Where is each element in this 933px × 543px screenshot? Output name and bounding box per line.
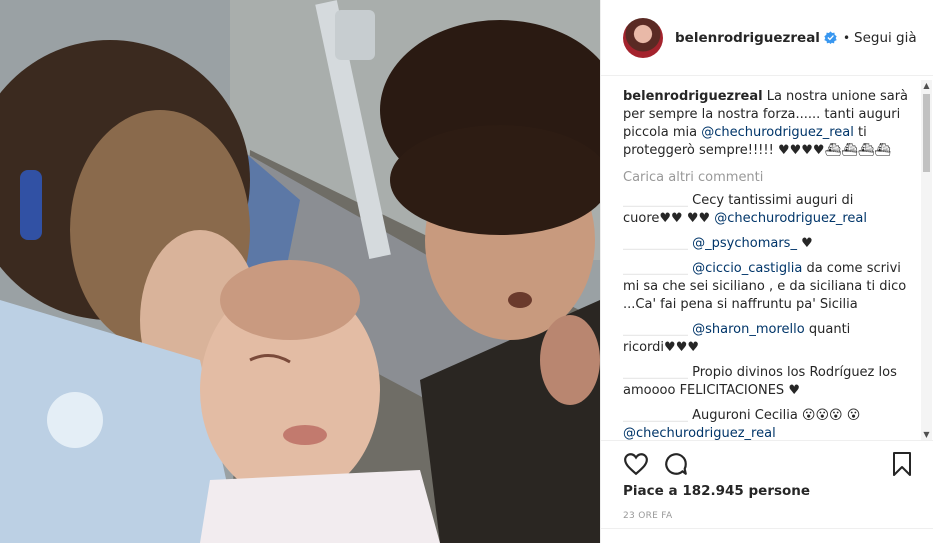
follow-button[interactable]: Segui già <box>854 30 917 46</box>
verified-badge-icon <box>824 31 837 44</box>
comment-mention[interactable]: @_psychomars_ <box>692 236 797 251</box>
comment-item: __________ @_psychomars_ ♥ <box>623 235 917 253</box>
comment-icon[interactable] <box>663 451 689 477</box>
comment-item: __________ Auguroni Cecilia 😮😮😮 😮 @chech… <box>623 407 917 440</box>
comment-username[interactable]: __________ <box>623 365 688 380</box>
comments-scrollbar[interactable]: ▲ ▼ <box>921 80 932 440</box>
divider <box>601 528 933 529</box>
post-caption: belenrodriguezreal La nostra unione sarà… <box>623 88 917 160</box>
baby-photo <box>0 0 600 543</box>
comment-item: __________ @sharon_morello quanti ricord… <box>623 321 917 357</box>
comment-text-end: ♥ <box>796 236 813 251</box>
comment-username[interactable]: __________ <box>623 408 688 423</box>
likes-number: 182.945 <box>682 483 744 499</box>
comment-mention[interactable]: @ciccio_castiglia <box>692 261 802 276</box>
scroll-down-arrow-icon[interactable]: ▼ <box>921 429 932 440</box>
header-separator: • <box>842 30 851 45</box>
comments-list[interactable]: belenrodriguezreal La nostra unione sarà… <box>623 88 917 440</box>
comment-username[interactable]: __________ <box>623 236 688 251</box>
bookmark-icon[interactable] <box>890 451 914 477</box>
comment-username[interactable]: __________ <box>623 322 688 337</box>
post-photo[interactable] <box>0 0 600 543</box>
post-timestamp[interactable]: 23 ORE FA <box>623 511 672 521</box>
comment-mention[interactable]: @chechurodriguez_real <box>623 426 776 440</box>
comment-mention[interactable]: @chechurodriguez_real <box>714 211 867 226</box>
caption-username[interactable]: belenrodriguezreal <box>623 89 763 104</box>
comment-username[interactable]: __________ <box>623 193 688 208</box>
likes-suffix: persone <box>743 483 811 499</box>
comment-item: __________ @ciccio_castiglia da come scr… <box>623 260 917 314</box>
caption-mention[interactable]: @chechurodriguez_real <box>701 125 854 140</box>
heart-icon[interactable] <box>623 451 649 477</box>
header-username[interactable]: belenrodriguezreal <box>675 30 820 46</box>
scrollbar-thumb[interactable] <box>923 94 930 172</box>
comment-item: __________ Cecy tantissimi auguri di cuo… <box>623 192 917 228</box>
comment-text: Auguroni Cecilia 😮😮😮 😮 <box>692 408 861 423</box>
comment-item: __________ Propio divinos los Rodríguez … <box>623 364 917 400</box>
avatar[interactable] <box>623 17 663 58</box>
comment-mention[interactable]: @sharon_morello <box>692 322 805 337</box>
likes-prefix: Piace a <box>623 483 683 499</box>
post-side-panel: belenrodriguezreal • Segui già belenrodr… <box>600 0 933 543</box>
load-more-comments[interactable]: Carica altri commenti <box>623 170 917 185</box>
post-actions <box>601 440 933 486</box>
post-header: belenrodriguezreal • Segui già <box>601 0 933 76</box>
likes-count[interactable]: Piace a 182.945 persone <box>623 483 810 499</box>
scroll-up-arrow-icon[interactable]: ▲ <box>921 80 932 91</box>
comment-username[interactable]: __________ <box>623 261 688 276</box>
